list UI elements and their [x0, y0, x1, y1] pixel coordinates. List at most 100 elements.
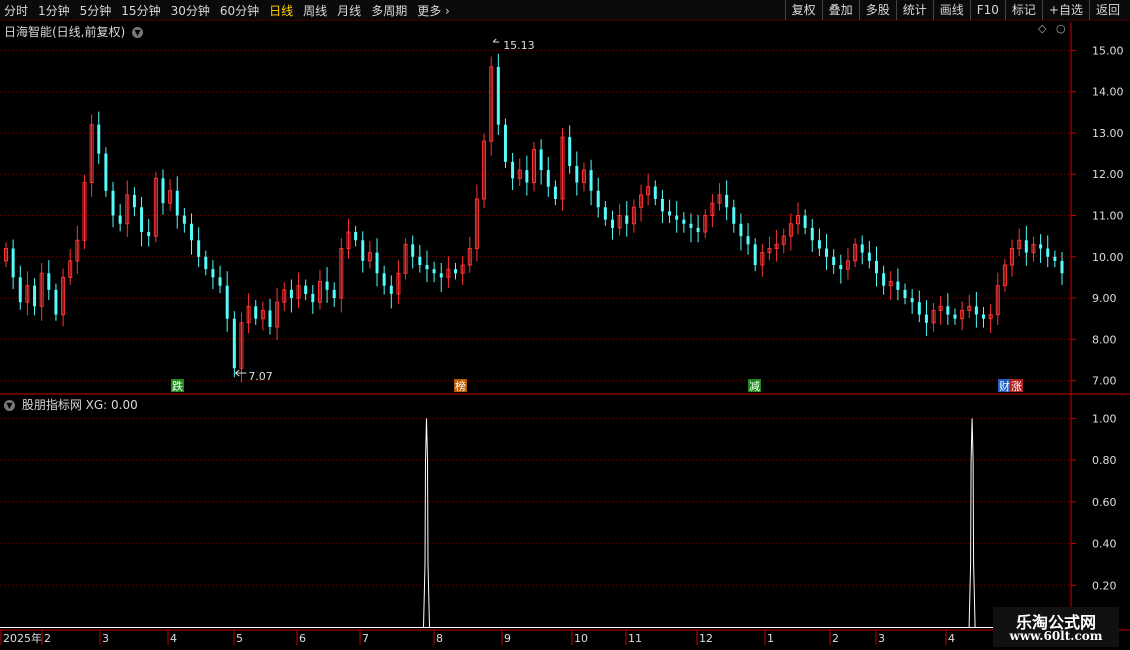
candle-body	[682, 219, 686, 224]
date-label: 7	[362, 632, 369, 645]
candle-body	[896, 281, 900, 290]
candle-body	[568, 137, 572, 166]
date-label: 2	[44, 632, 51, 645]
candle-body	[903, 289, 907, 299]
candle-body	[546, 170, 550, 187]
date-label: 4	[170, 632, 177, 645]
candle-body	[175, 190, 179, 216]
candle-body	[54, 289, 58, 315]
price-tick-label: 14.00	[1092, 86, 1124, 99]
candle-body	[589, 170, 593, 191]
candle-body	[575, 165, 579, 183]
xg-signal-spike	[423, 418, 431, 628]
candle-body	[161, 178, 165, 204]
candle-body	[946, 306, 950, 315]
event-marker-label: 跌	[172, 379, 183, 393]
date-label: 6	[299, 632, 306, 645]
candle-body	[1060, 260, 1064, 274]
candle-body	[810, 227, 814, 241]
candle-body	[974, 306, 978, 315]
date-label: 5	[236, 632, 243, 645]
price-tick-label: 12.00	[1092, 168, 1124, 181]
candle-body	[118, 215, 122, 224]
main-grid	[0, 49, 1070, 382]
candle-body	[1046, 248, 1050, 257]
indicator-grid	[0, 417, 1070, 586]
candle-body	[11, 248, 15, 278]
price-tick-label: 15.00	[1092, 44, 1124, 57]
event-marker-label: 涨	[1011, 380, 1022, 393]
date-axis-labels: 2025年 2 3 4 5 6 7 8 9 10 11 12 1 2 3 4	[0, 630, 955, 645]
site-watermark: 乐淘公式网 www.60lt.com	[993, 607, 1119, 647]
date-label: 4	[948, 632, 955, 645]
candle-body	[418, 256, 422, 266]
candle-body	[268, 310, 272, 327]
date-label: 3	[878, 632, 885, 645]
date-label: 11	[628, 632, 642, 645]
candle-body	[132, 194, 136, 208]
candle-body	[375, 252, 379, 274]
high-arrow	[492, 38, 500, 43]
candle-body	[660, 198, 664, 212]
candle-body	[111, 190, 115, 216]
candle-body	[425, 265, 429, 270]
candle-body	[18, 277, 22, 303]
candle-body	[190, 223, 194, 241]
candle-body	[610, 219, 614, 228]
candle-body	[1053, 256, 1057, 261]
candle-body	[1039, 244, 1043, 249]
high-price-label: 15.13	[503, 39, 535, 52]
candle-body	[503, 124, 507, 162]
candle-body	[232, 318, 236, 369]
candle-body	[496, 66, 500, 125]
candle-body	[803, 215, 807, 228]
candle-body	[825, 248, 829, 257]
date-label: 8	[436, 632, 443, 645]
event-marker-label: 财	[999, 379, 1010, 393]
indicator-tick-label: 0.80	[1092, 454, 1117, 467]
candle-body	[839, 265, 843, 270]
candle-body	[140, 207, 144, 233]
low-arrow	[235, 369, 247, 377]
candle-body	[225, 285, 229, 319]
xg-signal-series	[0, 418, 1070, 628]
candle-body	[311, 293, 315, 303]
candle-body	[910, 298, 914, 303]
candle-body	[204, 256, 208, 270]
candle-body	[653, 186, 657, 199]
candle-body	[817, 240, 821, 249]
candle-body	[97, 124, 101, 154]
xg-signal-spike	[968, 418, 976, 628]
candle-body	[332, 289, 336, 299]
candle-body	[860, 244, 864, 253]
candle-body	[289, 289, 293, 299]
candle-body	[354, 232, 358, 241]
candle-body	[147, 232, 151, 237]
candle-body	[689, 223, 693, 228]
price-tick-label: 8.00	[1092, 333, 1117, 346]
candle-body	[304, 285, 308, 294]
candle-body	[389, 285, 393, 294]
candle-body	[382, 273, 386, 286]
indicator-tick-label: 1.00	[1092, 412, 1117, 425]
candle-body	[454, 269, 458, 274]
candle-body	[361, 240, 365, 261]
candle-body	[746, 236, 750, 245]
candle-body	[696, 227, 700, 233]
candle-body	[439, 273, 443, 278]
candle-body	[511, 161, 515, 179]
candle-body	[596, 190, 600, 208]
date-label: 1	[767, 632, 774, 645]
date-label: 10	[574, 632, 588, 645]
indicator-axis-labels: 1.00 0.80 0.60 0.40 0.20	[1071, 412, 1117, 592]
date-label: 9	[504, 632, 511, 645]
price-tick-label: 9.00	[1092, 292, 1117, 305]
candle-body	[432, 269, 436, 274]
kline-chart[interactable]: 15.0014.0013.0012.0011.0010.009.008.007.…	[0, 0, 1130, 650]
candle-body	[625, 215, 629, 224]
candle-body	[211, 269, 215, 278]
candle-body	[725, 194, 729, 208]
date-label: 2	[832, 632, 839, 645]
candle-body	[104, 153, 108, 191]
candle-body	[668, 211, 672, 216]
